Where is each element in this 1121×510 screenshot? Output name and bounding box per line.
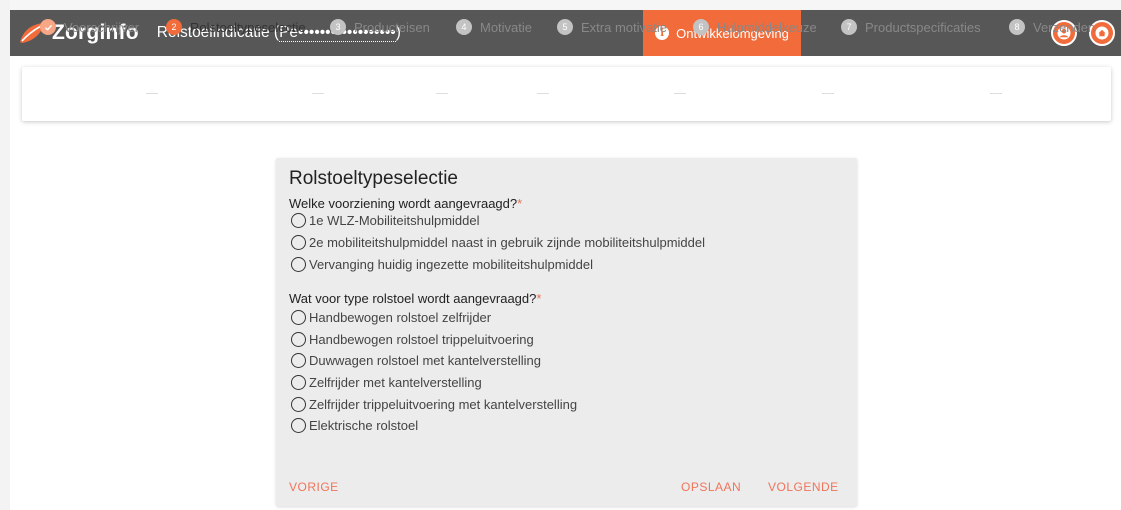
save-button[interactable]: OPSLAAN [681, 480, 741, 494]
radio-button[interactable] [291, 309, 306, 325]
step-label: Extra motivatie [581, 19, 667, 35]
previous-button[interactable]: VORIGE [289, 480, 339, 494]
top-margin [10, 0, 1121, 10]
step-number: 8 [1009, 19, 1025, 35]
step-connector [146, 93, 158, 94]
step-connector [674, 93, 686, 94]
step-producteisen[interactable]: 3 Producteisen [330, 18, 430, 36]
step-label: Verzenden [1033, 19, 1096, 35]
radio-label[interactable]: Vervanging huidig ingezette mobiliteitsh… [309, 257, 593, 272]
radio-button[interactable] [291, 331, 306, 347]
radio-label[interactable]: Elektrische rolstoel [309, 418, 418, 433]
step-label: Motivatie [480, 19, 533, 35]
home-icon [1095, 26, 1109, 40]
step-number: 7 [841, 19, 857, 35]
step-number: 6 [693, 19, 709, 35]
form-heading: Rolstoeltypeselectie [289, 168, 458, 189]
radio-button[interactable] [291, 234, 306, 250]
step-label: Producteisen [354, 19, 430, 35]
check-icon [40, 19, 56, 35]
question-label: Wat voor type rolstoel wordt aangevraagd… [289, 291, 537, 306]
step-connector [312, 93, 324, 94]
step-hulpmiddelkeuze[interactable]: 6 Hulpmiddelkeuze [693, 18, 817, 36]
radio-option-handbewogen-trippel[interactable]: Handbewogen rolstoel trippeluitvoering [291, 330, 534, 348]
radio-option-duwwagen-kantel[interactable]: Duwwagen rolstoel met kantelverstelling [291, 351, 541, 369]
radio-button[interactable] [291, 417, 306, 433]
radio-label[interactable]: Handbewogen rolstoel trippeluitvoering [309, 332, 534, 347]
step-connector [822, 93, 834, 94]
step-label: Rolstoeltypeselectie [190, 19, 306, 35]
step-verzenden[interactable]: 8 Verzenden [1009, 18, 1095, 36]
question-voorziening: Welke voorziening wordt aangevraagd?* [289, 196, 522, 211]
step-connector [537, 93, 549, 94]
radio-option-handbewogen-zelfrijder[interactable]: Handbewogen rolstoel zelfrijder [291, 308, 491, 326]
radio-label[interactable]: Handbewogen rolstoel zelfrijder [309, 310, 491, 325]
radio-option-vervanging[interactable]: Vervanging huidig ingezette mobiliteitsh… [291, 255, 593, 273]
next-button[interactable]: VOLGENDE [768, 480, 839, 494]
question-type-rolstoel: Wat voor type rolstoel wordt aangevraagd… [289, 291, 541, 306]
step-voorschrijver[interactable]: Voorschrijver [40, 18, 139, 36]
step-rolstoeltypeselectie[interactable]: 2 Rolstoeltypeselectie [166, 18, 306, 36]
question-label: Welke voorziening wordt aangevraagd? [289, 196, 518, 211]
required-mark: * [517, 196, 523, 211]
radio-label[interactable]: Duwwagen rolstoel met kantelverstelling [309, 353, 541, 368]
radio-label[interactable]: Zelfrijder trippeluitvoering met kantelv… [309, 397, 577, 412]
radio-button[interactable] [291, 374, 306, 390]
step-number: 5 [557, 19, 573, 35]
radio-label[interactable]: 1e WLZ-Mobiliteitshulpmiddel [309, 213, 480, 228]
radio-button[interactable] [291, 352, 306, 368]
step-connector [990, 93, 1002, 94]
radio-label[interactable]: Zelfrijder met kantelverstelling [309, 375, 482, 390]
step-productspecificaties[interactable]: 7 Productspecificaties [841, 18, 981, 36]
step-number: 3 [330, 19, 346, 35]
form-card: Rolstoeltypeselectie Welke voorziening w… [276, 158, 857, 506]
radio-label[interactable]: 2e mobiliteitshulpmiddel naast in gebrui… [309, 235, 705, 250]
radio-button[interactable] [291, 256, 306, 272]
progress-stepper [22, 67, 1111, 121]
step-extra-motivatie[interactable]: 5 Extra motivatie [557, 18, 667, 36]
required-mark: * [536, 291, 542, 306]
radio-option-1e-wlz[interactable]: 1e WLZ-Mobiliteitshulpmiddel [291, 211, 480, 229]
step-label: Productspecificaties [865, 19, 981, 35]
step-number: 4 [456, 19, 472, 35]
step-label: Voorschrijver [64, 19, 140, 35]
radio-option-elektrisch[interactable]: Elektrische rolstoel [291, 416, 418, 434]
step-number: 2 [166, 19, 182, 35]
step-connector [436, 93, 448, 94]
left-margin [0, 0, 10, 510]
radio-button[interactable] [291, 396, 306, 412]
radio-button[interactable] [291, 212, 306, 228]
step-motivatie[interactable]: 4 Motivatie [456, 18, 532, 36]
radio-option-zelfrijder-kantel[interactable]: Zelfrijder met kantelverstelling [291, 373, 482, 391]
radio-option-2e-mobiliteitshulpmiddel[interactable]: 2e mobiliteitshulpmiddel naast in gebrui… [291, 233, 705, 251]
step-label: Hulpmiddelkeuze [717, 19, 817, 35]
radio-option-zelfrijder-trippel-kantel[interactable]: Zelfrijder trippeluitvoering met kantelv… [291, 395, 577, 413]
